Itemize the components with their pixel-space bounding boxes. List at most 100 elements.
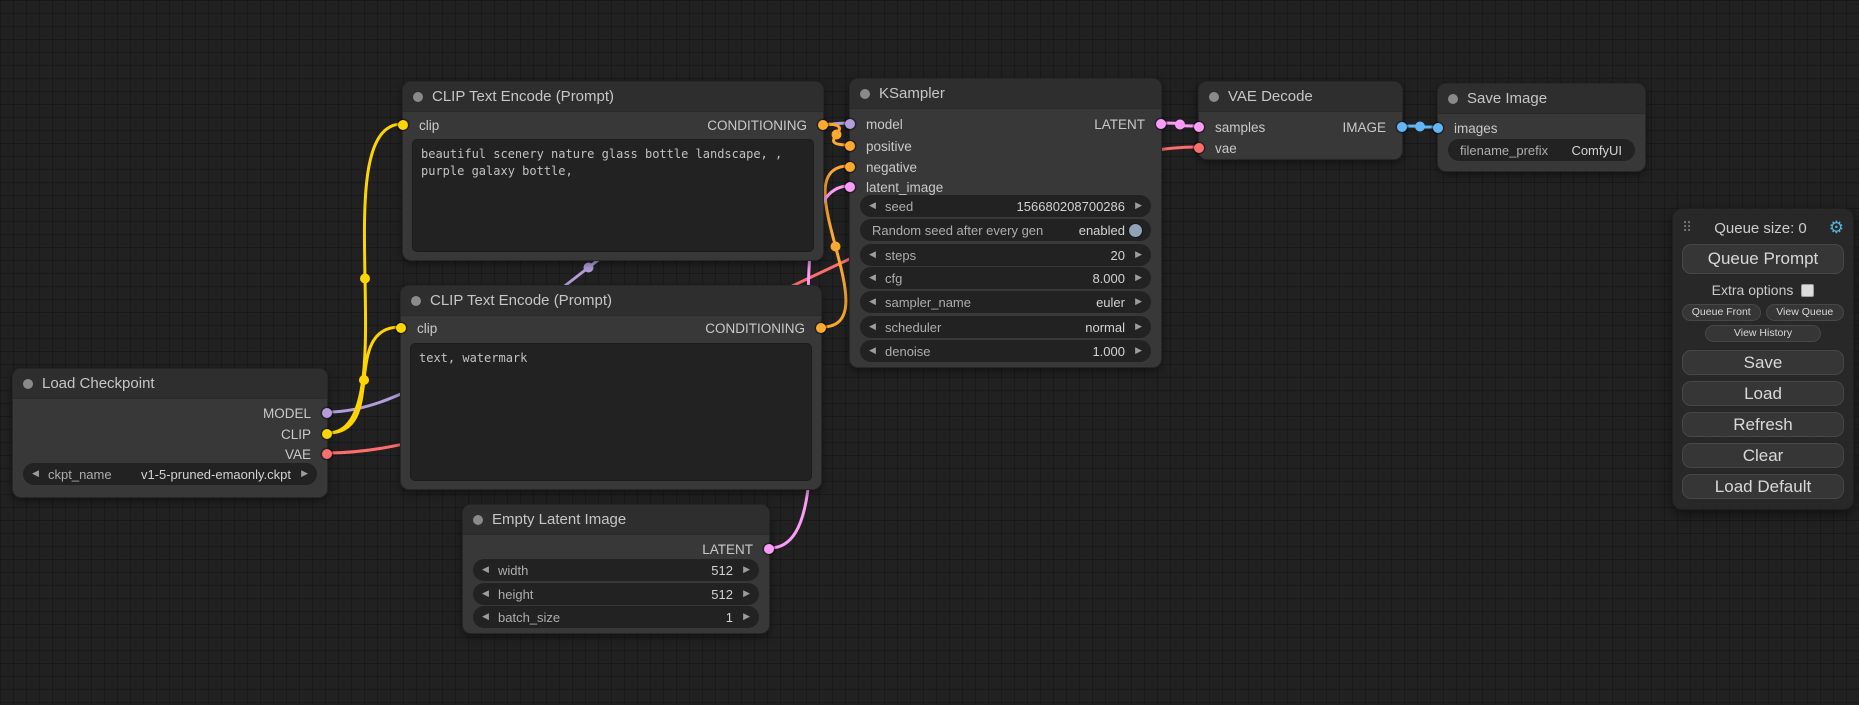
collapse-dot-icon[interactable] [473, 515, 483, 525]
decrement-arrow-icon[interactable]: ◀ [869, 273, 882, 283]
widget-denoise[interactable]: ◀ denoise 1.000 ▶ [860, 340, 1151, 362]
output-dot-image[interactable] [1397, 122, 1407, 132]
queue-front-button[interactable]: Queue Front [1682, 304, 1761, 321]
node-title-bar[interactable]: CLIP Text Encode (Prompt) [403, 82, 823, 112]
drag-handle-icon[interactable]: ⠿ [1682, 220, 1692, 236]
output-dot-clip[interactable] [322, 429, 332, 439]
widget-label: seed [885, 199, 913, 214]
collapse-dot-icon[interactable] [860, 89, 870, 99]
view-queue-button[interactable]: View Queue [1766, 304, 1845, 321]
input-dot-negative[interactable] [845, 162, 855, 172]
input-port-images: images [1438, 118, 1498, 138]
increment-arrow-icon[interactable]: ▶ [1129, 297, 1142, 307]
input-dot-latent-image[interactable] [845, 182, 855, 192]
output-port-conditioning: CONDITIONING [707, 115, 823, 135]
collapse-dot-icon[interactable] [411, 296, 421, 306]
output-dot-conditioning[interactable] [816, 323, 826, 333]
save-button[interactable]: Save [1682, 350, 1844, 375]
increment-arrow-icon[interactable]: ▶ [1129, 201, 1142, 211]
input-dot-images[interactable] [1433, 123, 1443, 133]
node-clip-text-encode-positive[interactable]: CLIP Text Encode (Prompt) clip CONDITION… [402, 81, 824, 261]
node-ksampler[interactable]: KSampler model LATENT positive negative … [849, 78, 1162, 368]
port-label: clip [419, 118, 439, 133]
input-port-positive: positive [850, 136, 912, 156]
negative-prompt-textarea[interactable]: text, watermark [410, 343, 812, 481]
input-dot-clip[interactable] [396, 323, 406, 333]
node-title-bar[interactable]: KSampler [850, 79, 1161, 109]
decrement-arrow-icon[interactable]: ◀ [482, 565, 495, 575]
node-title-bar[interactable]: Load Checkpoint [13, 369, 327, 399]
node-title-bar[interactable]: Save Image [1438, 84, 1645, 114]
widget-seed[interactable]: ◀ seed 156680208700286 ▶ [860, 195, 1151, 217]
decrement-arrow-icon[interactable]: ◀ [869, 346, 882, 356]
input-dot-samples[interactable] [1194, 122, 1204, 132]
node-save-image[interactable]: Save Image images filename_prefix ComfyU… [1437, 83, 1646, 172]
decrement-arrow-icon[interactable]: ◀ [869, 250, 882, 260]
load-default-button[interactable]: Load Default [1682, 474, 1844, 499]
view-history-button[interactable]: View History [1705, 325, 1822, 342]
output-dot-conditioning[interactable] [818, 120, 828, 130]
collapse-dot-icon[interactable] [23, 379, 33, 389]
queue-prompt-button[interactable]: Queue Prompt [1682, 244, 1844, 274]
widget-value: 512 [711, 563, 733, 578]
widget-cfg[interactable]: ◀ cfg 8.000 ▶ [860, 267, 1151, 289]
positive-prompt-textarea[interactable]: beautiful scenery nature glass bottle la… [412, 139, 814, 252]
output-dot-latent[interactable] [764, 544, 774, 554]
refresh-button[interactable]: Refresh [1682, 412, 1844, 437]
output-dot-vae[interactable] [322, 449, 332, 459]
output-port-latent: LATENT [702, 539, 769, 559]
widget-value: 20 [1111, 248, 1125, 263]
widget-ckpt-name[interactable]: ◀ ckpt_name v1-5-pruned-emaonly.ckpt ▶ [23, 463, 317, 485]
port-label: positive [866, 139, 912, 154]
widget-label: batch_size [498, 610, 560, 625]
toggle-knob-icon[interactable] [1129, 224, 1142, 237]
widget-scheduler[interactable]: ◀ scheduler normal ▶ [860, 316, 1151, 338]
widget-height[interactable]: ◀ height 512 ▶ [473, 583, 759, 605]
node-load-checkpoint[interactable]: Load Checkpoint MODEL CLIP VAE ◀ ckpt_na… [12, 368, 328, 498]
load-button[interactable]: Load [1682, 381, 1844, 406]
node-title-bar[interactable]: VAE Decode [1199, 82, 1402, 112]
widget-label: steps [885, 248, 916, 263]
node-title-bar[interactable]: CLIP Text Encode (Prompt) [401, 286, 821, 316]
widget-random-seed-toggle[interactable]: Random seed after every gen enabled [860, 219, 1151, 241]
clear-button[interactable]: Clear [1682, 443, 1844, 468]
increment-arrow-icon[interactable]: ▶ [1129, 250, 1142, 260]
collapse-dot-icon[interactable] [1209, 92, 1219, 102]
port-label: VAE [285, 447, 311, 462]
settings-gear-icon[interactable]: ⚙ [1829, 218, 1844, 238]
increment-arrow-icon[interactable]: ▶ [737, 612, 750, 622]
decrement-arrow-icon[interactable]: ◀ [32, 469, 45, 479]
output-dot-latent[interactable] [1156, 119, 1166, 129]
input-port-vae: vae [1199, 138, 1237, 158]
output-dot-model[interactable] [322, 408, 332, 418]
increment-arrow-icon[interactable]: ▶ [1129, 273, 1142, 283]
output-port-conditioning: CONDITIONING [705, 318, 821, 338]
extra-options-checkbox[interactable] [1801, 284, 1814, 297]
widget-width[interactable]: ◀ width 512 ▶ [473, 559, 759, 581]
increment-arrow-icon[interactable]: ▶ [737, 589, 750, 599]
decrement-arrow-icon[interactable]: ◀ [482, 589, 495, 599]
increment-arrow-icon[interactable]: ▶ [737, 565, 750, 575]
node-vae-decode[interactable]: VAE Decode samples IMAGE vae [1198, 81, 1403, 160]
widget-steps[interactable]: ◀ steps 20 ▶ [860, 244, 1151, 266]
node-clip-text-encode-negative[interactable]: CLIP Text Encode (Prompt) clip CONDITION… [400, 285, 822, 490]
decrement-arrow-icon[interactable]: ◀ [869, 201, 882, 211]
input-dot-model[interactable] [845, 119, 855, 129]
widget-filename-prefix[interactable]: filename_prefix ComfyUI [1448, 139, 1635, 161]
input-dot-positive[interactable] [845, 141, 855, 151]
increment-arrow-icon[interactable]: ▶ [1129, 346, 1142, 356]
port-label: MODEL [263, 406, 311, 421]
decrement-arrow-icon[interactable]: ◀ [482, 612, 495, 622]
widget-batch-size[interactable]: ◀ batch_size 1 ▶ [473, 606, 759, 628]
input-dot-vae[interactable] [1194, 143, 1204, 153]
widget-sampler-name[interactable]: ◀ sampler_name euler ▶ [860, 291, 1151, 313]
input-dot-clip[interactable] [398, 120, 408, 130]
collapse-dot-icon[interactable] [1448, 94, 1458, 104]
increment-arrow-icon[interactable]: ▶ [295, 469, 308, 479]
collapse-dot-icon[interactable] [413, 92, 423, 102]
decrement-arrow-icon[interactable]: ◀ [869, 322, 882, 332]
decrement-arrow-icon[interactable]: ◀ [869, 297, 882, 307]
node-empty-latent-image[interactable]: Empty Latent Image LATENT ◀ width 512 ▶ … [462, 504, 770, 634]
node-title-bar[interactable]: Empty Latent Image [463, 505, 769, 535]
increment-arrow-icon[interactable]: ▶ [1129, 322, 1142, 332]
